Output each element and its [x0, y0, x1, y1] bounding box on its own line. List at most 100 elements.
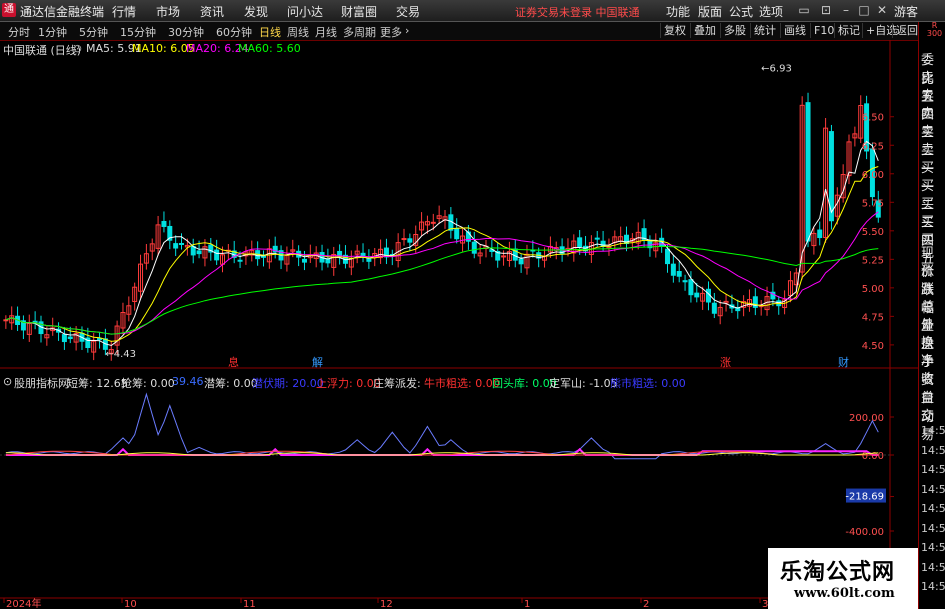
- price-label: 5.25: [862, 255, 884, 266]
- price-label: 6.25: [862, 141, 884, 152]
- ind-blue-line: [5, 392, 879, 460]
- user-guest[interactable]: 游客: [894, 3, 918, 20]
- fuquan-button[interactable]: 复权: [660, 23, 686, 38]
- menu-shichang[interactable]: 市场: [156, 3, 180, 20]
- candle-body: [401, 238, 407, 241]
- event-marker: 息: [228, 355, 239, 369]
- period-15min[interactable]: 15分钟: [120, 24, 156, 40]
- side-time-1: 14:56: [921, 443, 945, 457]
- period-daily[interactable]: 日线: [259, 24, 281, 40]
- candle-body: [600, 240, 606, 247]
- candle-body: [682, 280, 688, 283]
- menu-faxian[interactable]: 发现: [244, 3, 268, 20]
- minimize-icon[interactable]: –: [838, 2, 854, 18]
- ind-legend-dingjunshan: 定军山: -1.05: [549, 377, 618, 390]
- ind-label: 200.00: [849, 413, 884, 424]
- quote-side-panel: R 300 委比 卖五 卖四 卖三 卖二 卖一 买一 买二 买三 买四 买五 现价 涨跌 涨幅 总量 外盘 换手…: [918, 22, 945, 609]
- ind-legend-value: 39.46: [172, 375, 204, 388]
- period-more[interactable]: 更多: [380, 24, 402, 40]
- menu-caifuquan[interactable]: 财富圈: [341, 3, 377, 20]
- back-button[interactable]: 返回: [892, 23, 918, 38]
- side-time-6: 14:56: [921, 541, 945, 554]
- mark-button[interactable]: 标记: [834, 23, 860, 38]
- price-label: 5.75: [862, 198, 884, 209]
- ma5-line: [5, 140, 879, 347]
- ind-legend-qianchou: 潜筹: 0.00: [204, 377, 258, 390]
- date-label: 2: [643, 599, 649, 609]
- menu-jiaoyi[interactable]: 交易: [396, 3, 420, 20]
- candle-body: [665, 248, 670, 265]
- candle-body: [805, 102, 811, 242]
- ind-label: -400.00: [845, 527, 884, 538]
- high-price-label: ←6.93: [761, 64, 792, 75]
- close-icon[interactable]: ✕: [874, 2, 890, 18]
- f10-button[interactable]: F10: [810, 23, 834, 38]
- ind-legend-niushi: 牛市粗选: 0.00: [424, 377, 500, 390]
- period-multi[interactable]: 多周期: [343, 24, 376, 40]
- candle-body: [214, 249, 220, 261]
- menu-zixun[interactable]: 资讯: [200, 3, 224, 20]
- candle-body: [3, 319, 9, 322]
- watermark-url: www.60lt.com: [794, 586, 895, 601]
- candle-body: [179, 242, 185, 245]
- candle-body: [711, 302, 717, 314]
- candle-body: [594, 237, 600, 240]
- login-notice[interactable]: 证券交易未登录 中国联通: [515, 4, 640, 20]
- event-marker: 财: [838, 355, 849, 369]
- candle-body: [501, 255, 507, 258]
- ma10-line: [5, 166, 879, 342]
- indicator-panel: 200.00 0.00 -218.69 -400.00: [0, 392, 894, 538]
- app-logo-icon: 通: [2, 3, 16, 17]
- candle-body: [676, 271, 682, 277]
- period-fenshi[interactable]: 分时: [8, 24, 30, 40]
- date-label: 12: [380, 599, 393, 609]
- candle-body: [237, 259, 243, 262]
- period-monthly[interactable]: 月线: [315, 24, 337, 40]
- period-5min[interactable]: 5分钟: [79, 24, 108, 40]
- menu-gongshi[interactable]: 公式: [729, 3, 753, 20]
- candle-body: [454, 227, 460, 240]
- menu-hangqing[interactable]: 行情: [112, 3, 136, 20]
- maximize-icon[interactable]: □: [856, 2, 872, 18]
- price-label: 5.00: [862, 284, 884, 295]
- menu-xuanxiang[interactable]: 选项: [759, 3, 783, 20]
- ma20-line: [5, 211, 879, 335]
- side-time-4: 14:56: [921, 502, 945, 515]
- title-bar: 通 通达信金融终端 行情 市场 资讯 发现 问小达 财富圈 交易 证券交易未登录…: [0, 0, 945, 22]
- candle-body: [173, 243, 179, 249]
- ind-legend-shangfuli: 上浮力: 0.00: [316, 377, 381, 390]
- multi-stock-button[interactable]: 多股: [720, 23, 746, 38]
- statistics-button[interactable]: 统计: [750, 23, 776, 38]
- candle-body: [577, 237, 583, 248]
- settings-icon[interactable]: ⊙: [73, 42, 82, 55]
- candle-body: [67, 336, 73, 340]
- candle-body: [694, 292, 700, 298]
- draw-line-button[interactable]: 画线: [780, 23, 806, 38]
- ind-label: 0.00: [862, 451, 884, 462]
- menu-wenxiaoda[interactable]: 问小达: [287, 3, 323, 20]
- restore-icon[interactable]: ⊡: [818, 2, 834, 18]
- indicator-icon[interactable]: ⊙: [3, 375, 12, 388]
- menu-gongneng[interactable]: 功能: [666, 3, 690, 20]
- ind-legend-huitouku: 回头库: 0.00: [492, 377, 557, 390]
- period-60min[interactable]: 60分钟: [216, 24, 252, 40]
- period-30min[interactable]: 30分钟: [168, 24, 204, 40]
- price-axis: 6.50 6.25 6.00 5.75 5.50 5.25 5.00 4.75 4.50: [862, 113, 894, 352]
- candle-body: [430, 221, 436, 224]
- indicator-name: 股朋指标网: [14, 377, 69, 390]
- chart-area[interactable]: ←6.93 ←4.43 息 解 涨 财 6.50 6.25 6.00 5.75 5.50 5.25 5…: [0, 40, 918, 609]
- menu-banmian[interactable]: 版面: [698, 3, 722, 20]
- candle-body: [301, 258, 307, 263]
- price-label: 4.75: [862, 312, 884, 323]
- candle-body: [688, 279, 694, 296]
- candles: ←6.93 ←4.43 息 解 涨 财: [3, 64, 881, 369]
- more-chevron-icon[interactable]: ›: [405, 24, 409, 37]
- candle-body: [161, 220, 167, 227]
- ind-legend-xiongshi: 熊市粗选: 0.00: [610, 377, 686, 390]
- side-top-label: R 300: [926, 21, 943, 38]
- account-icon[interactable]: ▭: [796, 2, 812, 18]
- period-weekly[interactable]: 周线: [287, 24, 309, 40]
- period-1min[interactable]: 1分钟: [38, 24, 67, 40]
- grid-lines: [0, 40, 918, 609]
- overlay-button[interactable]: 叠加: [690, 23, 716, 38]
